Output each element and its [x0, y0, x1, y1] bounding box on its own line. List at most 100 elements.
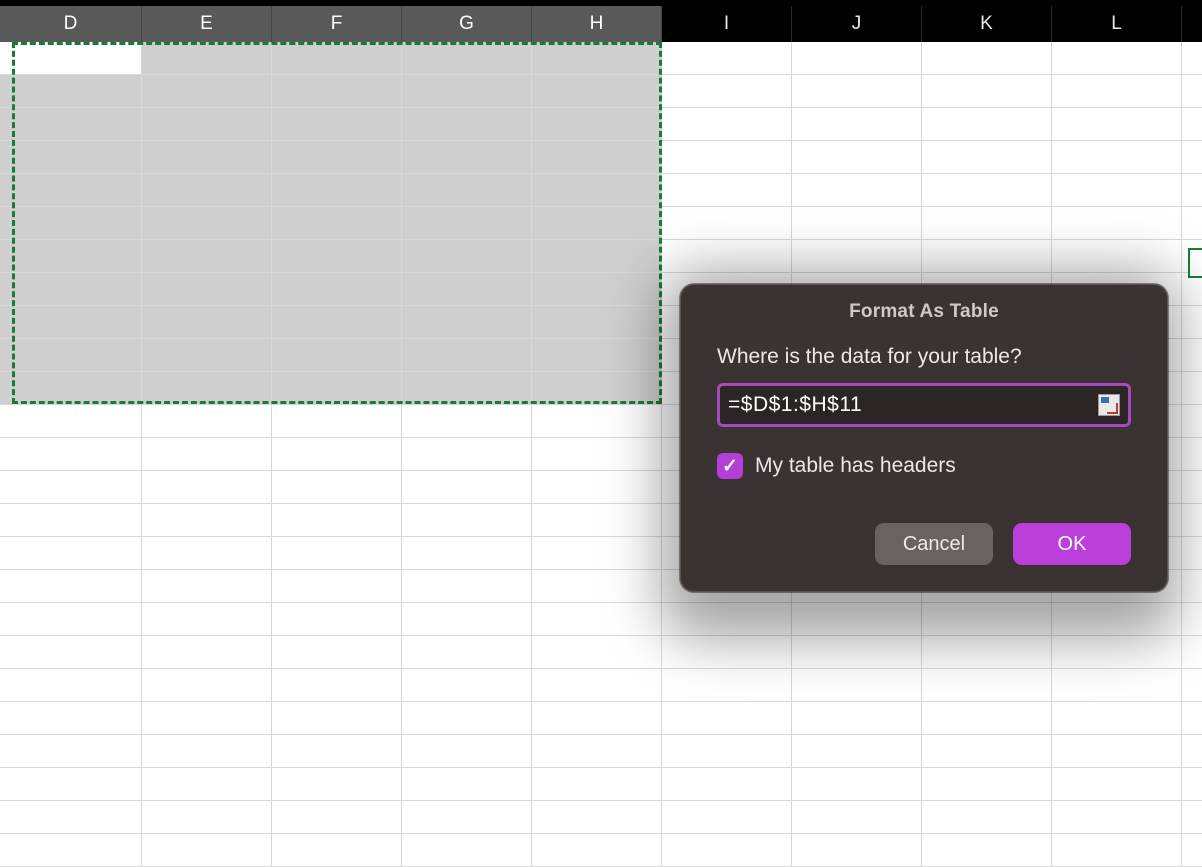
range-picker-icon[interactable] [1098, 394, 1120, 416]
grid-cell[interactable] [0, 537, 142, 570]
grid-cell[interactable] [792, 768, 922, 801]
grid-cell[interactable] [272, 405, 402, 438]
grid-cell[interactable] [532, 537, 662, 570]
grid-cell[interactable] [1182, 603, 1202, 636]
grid-cell[interactable] [272, 42, 402, 75]
grid-cell[interactable] [532, 108, 662, 141]
grid-cell[interactable] [1182, 834, 1202, 867]
grid-cell[interactable] [922, 75, 1052, 108]
grid-cell[interactable] [142, 834, 272, 867]
grid-cell[interactable] [0, 636, 142, 669]
grid-cell[interactable] [922, 108, 1052, 141]
column-header-L[interactable]: L [1052, 6, 1182, 42]
grid-cell[interactable] [142, 240, 272, 273]
grid-cell[interactable] [1182, 669, 1202, 702]
grid-cell[interactable] [272, 438, 402, 471]
grid-cell[interactable] [402, 339, 532, 372]
grid-cell[interactable] [142, 702, 272, 735]
grid-cell[interactable] [792, 240, 922, 273]
grid-cell[interactable] [272, 141, 402, 174]
grid-cell[interactable] [662, 174, 792, 207]
column-header-K[interactable]: K [922, 6, 1052, 42]
grid-cell[interactable] [0, 273, 142, 306]
grid-cell[interactable] [0, 801, 142, 834]
grid-cell[interactable] [0, 438, 142, 471]
grid-cell[interactable] [272, 306, 402, 339]
grid-cell[interactable] [1182, 537, 1202, 570]
grid-cell[interactable] [792, 669, 922, 702]
grid-cell[interactable] [0, 372, 142, 405]
grid-cell[interactable] [272, 471, 402, 504]
grid-cell[interactable] [532, 273, 662, 306]
grid-cell[interactable] [532, 42, 662, 75]
grid-cell[interactable] [272, 834, 402, 867]
grid-cell[interactable] [792, 207, 922, 240]
grid-cell[interactable] [272, 273, 402, 306]
grid-cell[interactable] [1052, 669, 1182, 702]
grid-cell[interactable] [792, 735, 922, 768]
grid-cell[interactable] [1052, 108, 1182, 141]
grid-cell[interactable] [402, 636, 532, 669]
grid-cell[interactable] [922, 834, 1052, 867]
grid-cell[interactable] [272, 636, 402, 669]
grid-cell[interactable] [792, 42, 922, 75]
grid-cell[interactable] [532, 372, 662, 405]
grid-cell[interactable] [0, 108, 142, 141]
grid-cell[interactable] [272, 768, 402, 801]
grid-cell[interactable] [1052, 768, 1182, 801]
grid-cell[interactable] [532, 471, 662, 504]
grid-cell[interactable] [1182, 702, 1202, 735]
grid-cell[interactable] [272, 570, 402, 603]
grid-cell[interactable] [402, 42, 532, 75]
grid-cell[interactable] [0, 768, 142, 801]
grid-cell[interactable] [272, 702, 402, 735]
grid-cell[interactable] [1182, 306, 1202, 339]
grid-cell[interactable] [922, 42, 1052, 75]
grid-cell[interactable] [142, 273, 272, 306]
grid-cell[interactable] [142, 75, 272, 108]
column-header-J[interactable]: J [792, 6, 922, 42]
column-header-F[interactable]: F [272, 6, 402, 42]
grid-cell[interactable] [532, 570, 662, 603]
grid-cell[interactable] [142, 372, 272, 405]
grid-cell[interactable] [1182, 768, 1202, 801]
grid-cell[interactable] [402, 570, 532, 603]
grid-cell[interactable] [532, 240, 662, 273]
grid-cell[interactable] [662, 141, 792, 174]
headers-checkbox[interactable]: ✓ [717, 453, 743, 479]
grid-cell[interactable] [0, 174, 142, 207]
grid-cell[interactable] [1182, 801, 1202, 834]
grid-cell[interactable] [402, 207, 532, 240]
grid-cell[interactable] [142, 537, 272, 570]
grid-cell[interactable] [142, 636, 272, 669]
grid-cell[interactable] [532, 405, 662, 438]
grid-cell[interactable] [662, 669, 792, 702]
grid-cell[interactable] [272, 669, 402, 702]
grid-cell[interactable] [532, 75, 662, 108]
grid-cell[interactable] [922, 702, 1052, 735]
grid-cell[interactable] [142, 108, 272, 141]
grid-cell[interactable] [662, 735, 792, 768]
column-header-E[interactable]: E [142, 6, 272, 42]
grid-cell[interactable] [142, 306, 272, 339]
grid-cell[interactable] [1182, 108, 1202, 141]
grid-cell[interactable] [532, 504, 662, 537]
grid-cell[interactable] [922, 801, 1052, 834]
grid-cell[interactable] [402, 504, 532, 537]
grid-cell[interactable] [1182, 438, 1202, 471]
grid-cell[interactable] [1182, 141, 1202, 174]
grid-cell[interactable] [792, 75, 922, 108]
grid-cell[interactable] [402, 834, 532, 867]
grid-cell[interactable] [1052, 636, 1182, 669]
grid-cell[interactable] [922, 735, 1052, 768]
grid-cell[interactable] [662, 240, 792, 273]
grid-cell[interactable] [142, 141, 272, 174]
grid-cell[interactable] [1182, 570, 1202, 603]
grid-cell[interactable] [1182, 405, 1202, 438]
grid-cell[interactable] [1182, 174, 1202, 207]
grid-cell[interactable] [272, 240, 402, 273]
grid-cell[interactable] [662, 636, 792, 669]
grid-cell[interactable] [0, 306, 142, 339]
grid-cell[interactable] [0, 42, 142, 75]
grid-cell[interactable] [532, 801, 662, 834]
